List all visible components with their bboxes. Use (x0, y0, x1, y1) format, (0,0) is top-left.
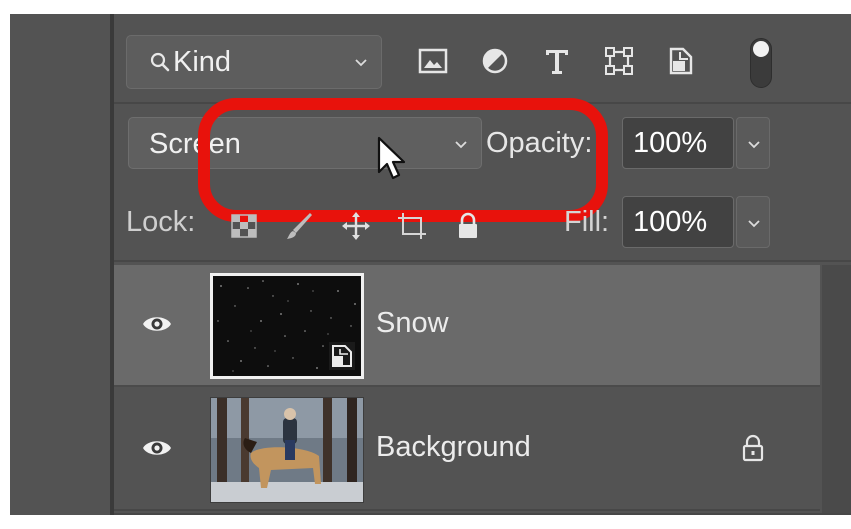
fill-label: Fill: (564, 206, 610, 238)
divider (114, 102, 851, 104)
snow-layer-thumbnail[interactable] (210, 273, 364, 379)
search-icon (150, 52, 170, 72)
chevron-down-icon (455, 141, 467, 149)
chevron-down-icon (355, 59, 367, 67)
lock-position-icon[interactable] (336, 206, 376, 246)
smart-object-filter-icon[interactable] (662, 42, 700, 80)
lock-artboard-icon[interactable] (392, 206, 432, 246)
lock-label: Lock: (126, 206, 196, 238)
layers-panel: Kind Screen Opacity: 100% Lock: Fill: 10… (114, 14, 851, 515)
lock-transparent-pixels-icon[interactable] (224, 206, 264, 246)
lock-icon (742, 434, 764, 462)
chevron-down-icon (748, 141, 760, 149)
lock-image-pixels-icon[interactable] (280, 206, 320, 246)
lock-options (224, 204, 504, 248)
filter-type-icons (414, 36, 724, 86)
type-filter-icon[interactable] (538, 42, 576, 80)
chevron-down-icon (748, 220, 760, 228)
filter-toggle-switch[interactable] (750, 38, 772, 88)
divider (114, 513, 851, 515)
opacity-slider-button[interactable] (736, 117, 770, 169)
opacity-label: Opacity: (486, 127, 593, 159)
layer-name: Background (376, 431, 531, 463)
mouse-pointer-icon (377, 136, 406, 180)
toggle-knob (753, 41, 769, 57)
layer-row-snow[interactable]: Snow (114, 265, 820, 387)
layers-panel-window: Kind Screen Opacity: 100% Lock: Fill: 10… (10, 14, 851, 515)
eye-icon[interactable] (142, 312, 172, 336)
layer-row-background[interactable]: Background (114, 389, 820, 511)
fill-slider-button[interactable] (736, 196, 770, 248)
fill-input[interactable]: 100% (622, 196, 734, 248)
shape-filter-icon[interactable] (600, 42, 638, 80)
image-filter-icon[interactable] (414, 42, 452, 80)
snow-texture-image (213, 276, 361, 376)
blend-mode-label: Screen (149, 128, 241, 160)
divider (114, 260, 851, 262)
filter-kind-dropdown[interactable]: Kind (126, 35, 382, 89)
blend-mode-dropdown[interactable]: Screen (128, 117, 482, 169)
layers-scrollbar[interactable] (822, 265, 851, 515)
opacity-input[interactable]: 100% (622, 117, 734, 169)
layer-name: Snow (376, 307, 449, 339)
background-layer-thumbnail[interactable] (210, 397, 364, 503)
filter-kind-label: Kind (173, 45, 232, 78)
eye-icon[interactable] (142, 436, 172, 460)
horse-rider-photo (211, 398, 363, 502)
lock-all-icon[interactable] (448, 206, 488, 246)
adjustment-filter-icon[interactable] (476, 42, 514, 80)
left-gutter (10, 14, 112, 515)
